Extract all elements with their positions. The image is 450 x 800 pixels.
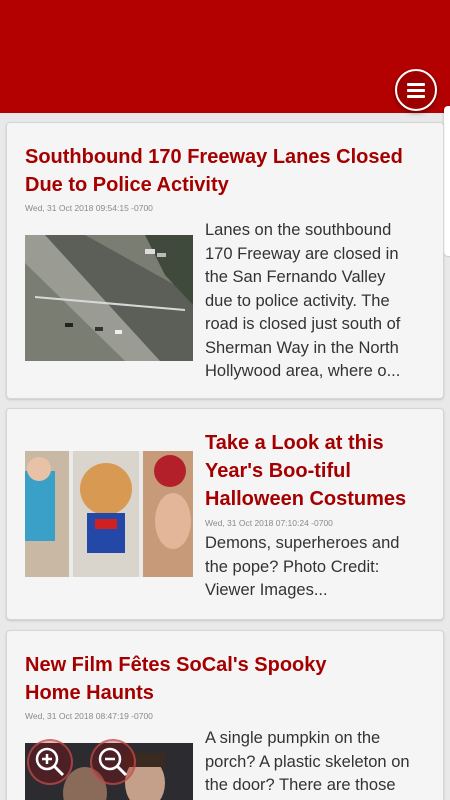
article-date: Wed, 31 Oct 2018 07:10:24 -0700	[205, 518, 333, 528]
app-header	[0, 0, 450, 113]
article-card[interactable]: Take a Look at this Year's Boo-tiful Hal…	[6, 408, 444, 620]
zoom-out-icon	[98, 747, 128, 777]
menu-icon	[407, 82, 425, 98]
zoom-in-button[interactable]	[27, 739, 73, 785]
article-card[interactable]: New Film Fêtes SoCal's Spooky Home Haunt…	[6, 630, 444, 800]
article-title[interactable]: Southbound 170 Freeway Lanes Closed Due …	[25, 143, 425, 199]
article-excerpt: Lanes on the southbound 170 Freeway are …	[205, 221, 401, 380]
article-title[interactable]: Take a Look at this Year's Boo-tiful Hal…	[205, 429, 435, 513]
article-card[interactable]: Southbound 170 Freeway Lanes Closed Due …	[6, 122, 444, 399]
article-excerpt: A single pumpkin on the porch? A plastic…	[205, 729, 410, 794]
zoom-out-button[interactable]	[90, 739, 136, 785]
article-date: Wed, 31 Oct 2018 08:47:19 -0700	[25, 711, 153, 721]
article-date: Wed, 31 Oct 2018 09:54:15 -0700	[25, 203, 153, 213]
menu-button[interactable]	[395, 69, 437, 111]
zoom-in-icon	[35, 747, 65, 777]
article-excerpt: Demons, superheroes and the pope? Photo …	[205, 534, 400, 599]
article-title[interactable]: New Film Fêtes SoCal's Spooky Home Haunt…	[25, 651, 425, 707]
article-thumbnail[interactable]	[25, 235, 193, 361]
side-drawer-handle[interactable]	[444, 106, 450, 256]
article-thumbnail[interactable]	[25, 451, 193, 577]
